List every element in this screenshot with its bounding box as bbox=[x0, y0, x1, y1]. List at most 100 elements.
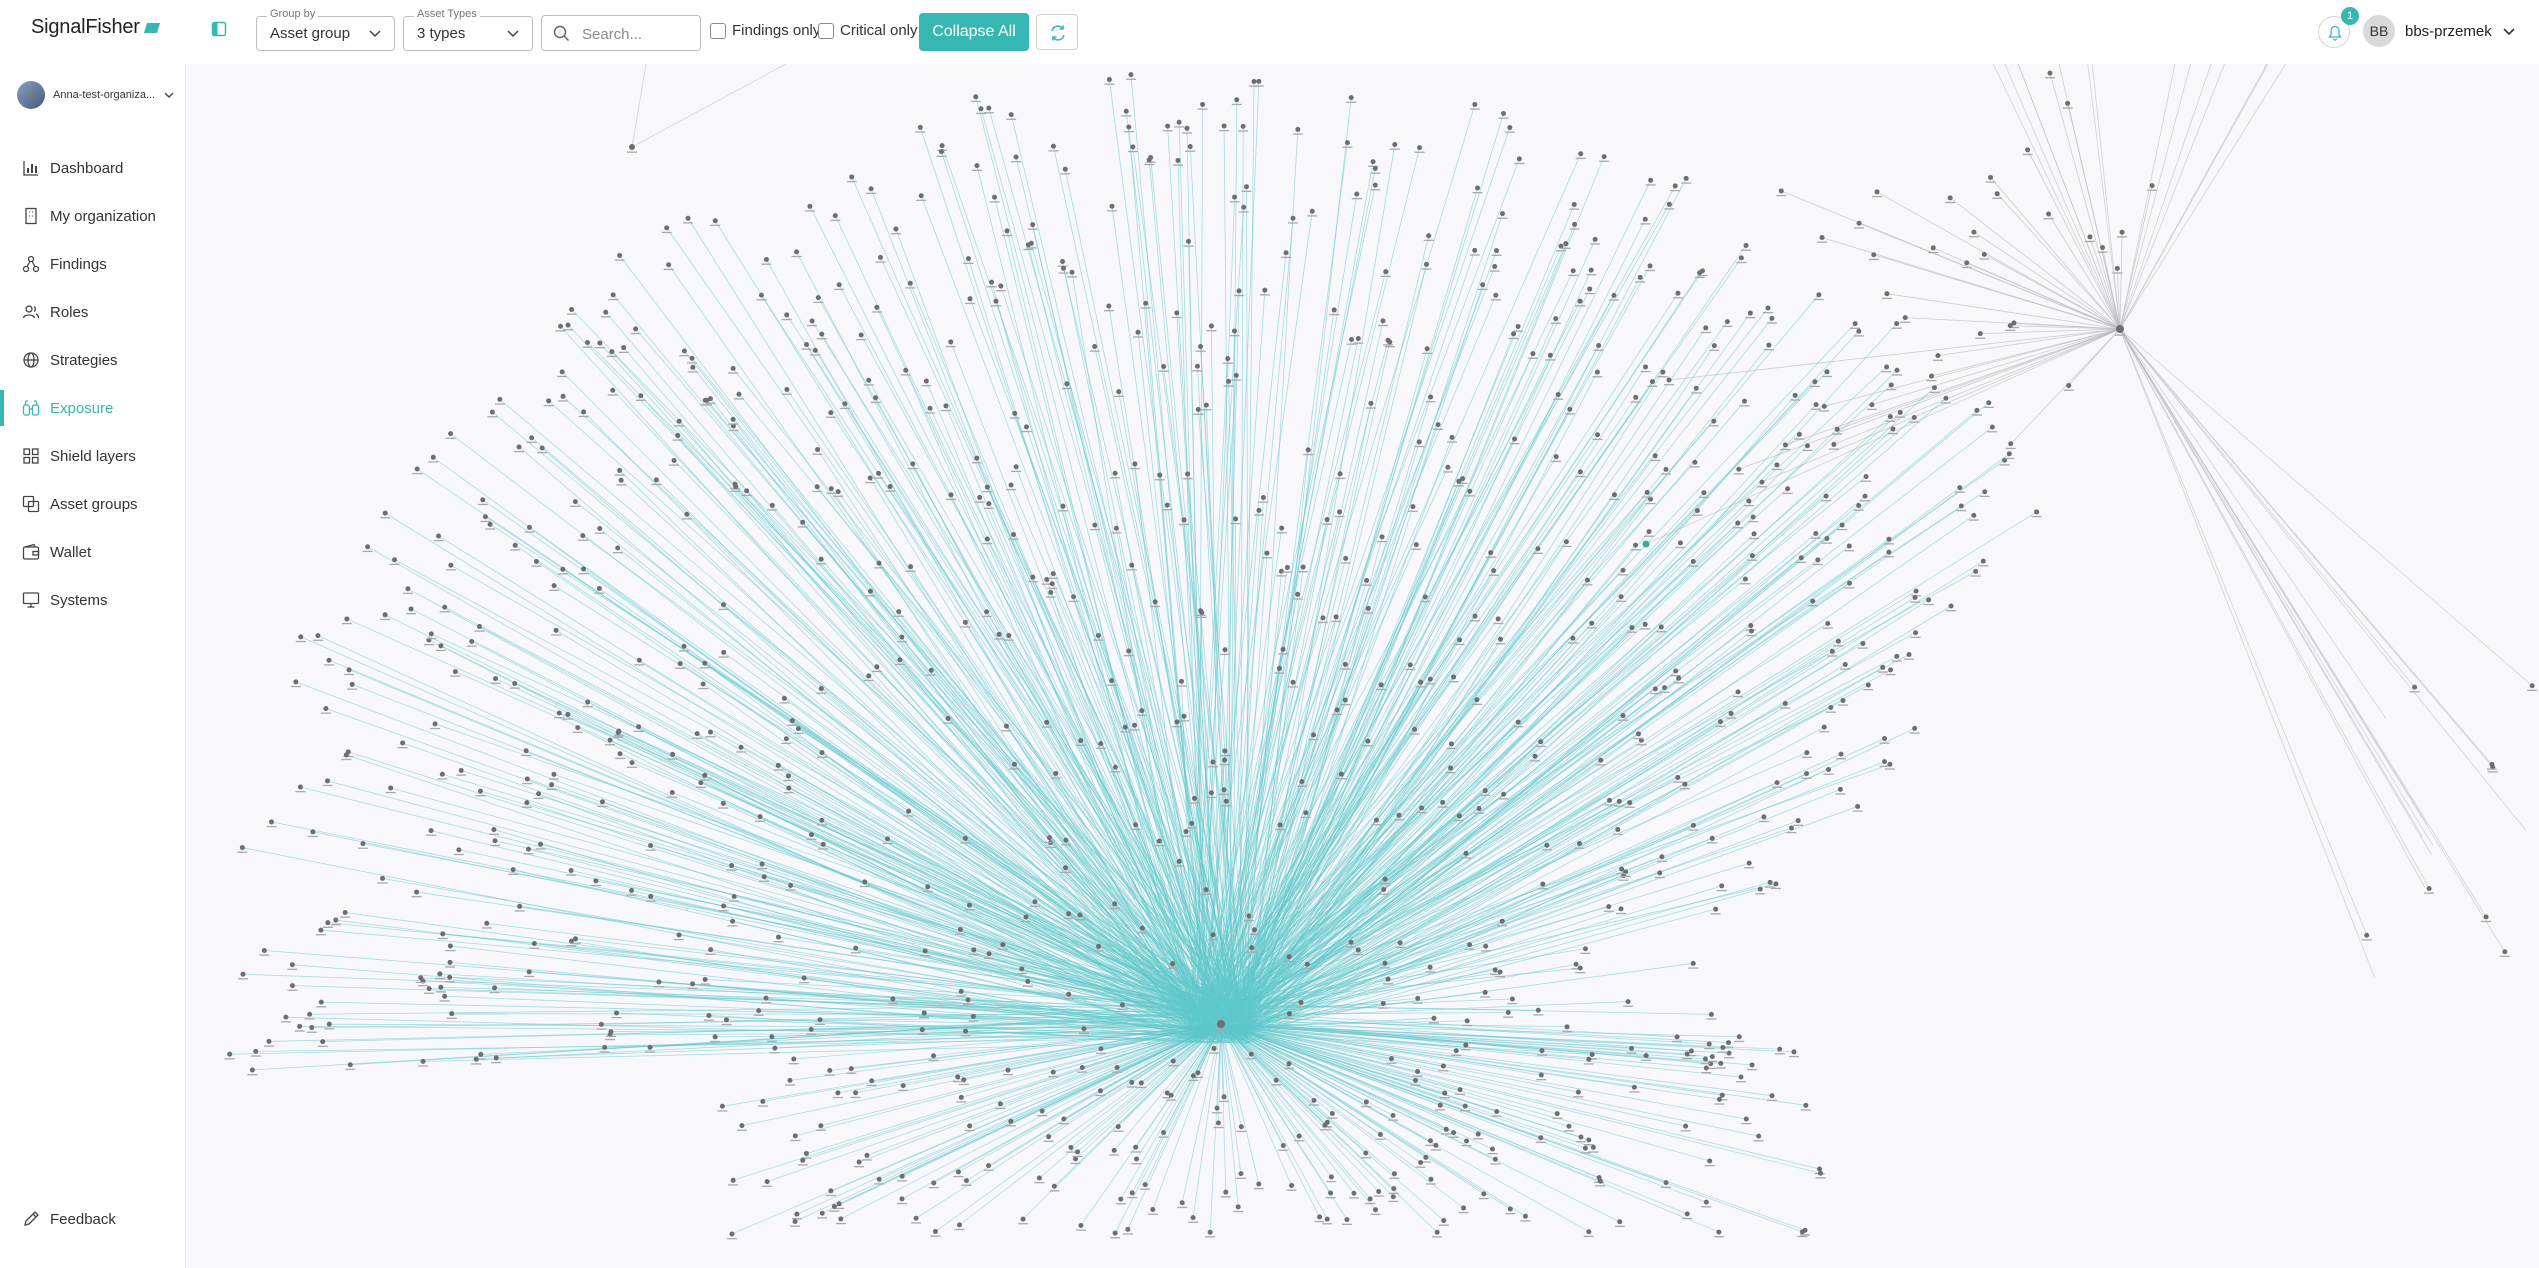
graph-node[interactable] bbox=[297, 784, 303, 790]
graph-node[interactable] bbox=[1355, 947, 1361, 953]
graph-node[interactable] bbox=[989, 279, 995, 285]
graph-node[interactable] bbox=[343, 752, 349, 758]
graph-node[interactable] bbox=[1566, 1123, 1572, 1129]
graph-node[interactable] bbox=[1078, 1223, 1084, 1229]
graph-node[interactable] bbox=[730, 365, 736, 371]
graph-node[interactable] bbox=[1377, 1132, 1383, 1138]
graph-node[interactable] bbox=[1582, 946, 1588, 952]
graph-node[interactable] bbox=[1066, 991, 1072, 997]
graph-node[interactable] bbox=[1767, 879, 1773, 885]
graph-node[interactable] bbox=[1276, 665, 1282, 671]
graph-node[interactable] bbox=[1575, 1089, 1581, 1095]
graph-node[interactable] bbox=[781, 695, 787, 701]
graph-node[interactable] bbox=[430, 454, 436, 460]
graph-node[interactable] bbox=[1372, 182, 1378, 188]
graph-node[interactable] bbox=[1629, 1045, 1635, 1051]
graph-node[interactable] bbox=[1113, 525, 1119, 531]
graph-node[interactable] bbox=[707, 729, 713, 735]
graph-node[interactable] bbox=[553, 627, 559, 633]
graph-node[interactable] bbox=[1856, 502, 1862, 508]
graph-node[interactable] bbox=[1766, 342, 1772, 348]
graph-node[interactable] bbox=[440, 931, 446, 937]
graph-node[interactable] bbox=[1825, 620, 1831, 626]
graph-node[interactable] bbox=[1943, 395, 1949, 401]
graph-node[interactable] bbox=[1338, 771, 1344, 777]
graph-node[interactable] bbox=[392, 557, 398, 563]
graph-node[interactable] bbox=[1906, 652, 1912, 658]
graph-node[interactable] bbox=[517, 903, 523, 909]
graph-node[interactable] bbox=[538, 841, 544, 847]
graph-node[interactable] bbox=[856, 1159, 862, 1165]
graph-node[interactable] bbox=[289, 983, 295, 989]
graph-node[interactable] bbox=[309, 1025, 315, 1031]
graph-node[interactable] bbox=[1174, 310, 1180, 316]
graph-node[interactable] bbox=[1048, 589, 1054, 595]
graph-node[interactable] bbox=[896, 609, 902, 615]
graph-node[interactable] bbox=[596, 585, 602, 591]
sidebar-item-my-organization[interactable]: My organization bbox=[0, 192, 186, 240]
graph-node[interactable] bbox=[1118, 1196, 1124, 1202]
graph-node[interactable] bbox=[1008, 482, 1014, 488]
graph-node[interactable] bbox=[876, 1176, 882, 1182]
graph-node[interactable] bbox=[1596, 343, 1602, 349]
graph-node[interactable] bbox=[1223, 1189, 1229, 1195]
graph-node[interactable] bbox=[1702, 1056, 1708, 1062]
graph-node[interactable] bbox=[1290, 215, 1296, 221]
graph-node[interactable] bbox=[1590, 1144, 1596, 1150]
graph-node[interactable] bbox=[315, 633, 321, 639]
critical-only-checkbox[interactable]: Critical only bbox=[818, 22, 918, 39]
graph-node[interactable] bbox=[1497, 969, 1503, 975]
graph-node[interactable] bbox=[516, 444, 522, 450]
graph-node[interactable] bbox=[1175, 157, 1181, 163]
graph-node[interactable] bbox=[437, 971, 443, 977]
graph-node[interactable] bbox=[1482, 788, 1488, 794]
graph-node[interactable] bbox=[629, 887, 635, 893]
graph-node[interactable] bbox=[1690, 822, 1696, 828]
graph-node[interactable] bbox=[1128, 72, 1134, 78]
graph-node[interactable] bbox=[1595, 432, 1601, 438]
graph-node[interactable] bbox=[791, 1056, 797, 1062]
graph-node[interactable] bbox=[744, 488, 750, 494]
graph-node[interactable] bbox=[801, 975, 807, 981]
graph-node[interactable] bbox=[1497, 636, 1503, 642]
graph-node[interactable] bbox=[452, 669, 458, 675]
sidebar-item-roles[interactable]: Roles bbox=[0, 288, 186, 336]
graph-node[interactable] bbox=[675, 432, 681, 438]
graph-node[interactable] bbox=[1703, 1065, 1709, 1071]
graph-node[interactable] bbox=[1716, 1229, 1722, 1235]
graph-node[interactable] bbox=[1515, 323, 1521, 329]
graph-node[interactable] bbox=[1977, 331, 1983, 337]
graph-node[interactable] bbox=[1262, 287, 1268, 293]
graph-node[interactable] bbox=[1126, 648, 1132, 654]
graph-node[interactable] bbox=[1489, 1146, 1495, 1152]
graph-node[interactable] bbox=[2066, 383, 2072, 389]
graph-node[interactable] bbox=[1482, 989, 1488, 995]
graph-node[interactable] bbox=[866, 377, 872, 383]
graph-node[interactable] bbox=[1480, 282, 1486, 288]
graph-node[interactable] bbox=[526, 524, 532, 530]
graph-node[interactable] bbox=[1112, 1230, 1118, 1236]
graph-node[interactable] bbox=[1221, 1094, 1227, 1100]
graph-node[interactable] bbox=[1047, 835, 1053, 841]
graph-node[interactable] bbox=[1190, 1215, 1196, 1221]
graph-node[interactable] bbox=[1643, 364, 1649, 370]
exposure-graph-canvas[interactable] bbox=[186, 64, 2539, 1268]
graph-node[interactable] bbox=[1165, 123, 1171, 129]
graph-node[interactable] bbox=[533, 558, 539, 564]
graph-node[interactable] bbox=[760, 1098, 766, 1104]
graph-node[interactable] bbox=[970, 1013, 976, 1019]
graph-node[interactable] bbox=[974, 163, 980, 169]
graph-node[interactable] bbox=[1912, 594, 1918, 600]
graph-node[interactable] bbox=[551, 583, 557, 589]
graph-node[interactable] bbox=[1028, 240, 1034, 246]
graph-node[interactable] bbox=[1897, 409, 1903, 415]
graph-node[interactable] bbox=[1025, 978, 1031, 984]
graph-node[interactable] bbox=[1592, 236, 1598, 242]
graph-node[interactable] bbox=[1535, 546, 1541, 552]
graph-node[interactable] bbox=[1223, 798, 1229, 804]
graph-node[interactable] bbox=[603, 309, 609, 315]
graph-node[interactable] bbox=[629, 760, 635, 766]
graph-node[interactable] bbox=[1097, 1088, 1103, 1094]
graph-node[interactable] bbox=[775, 762, 781, 768]
graph-node[interactable] bbox=[819, 750, 825, 756]
